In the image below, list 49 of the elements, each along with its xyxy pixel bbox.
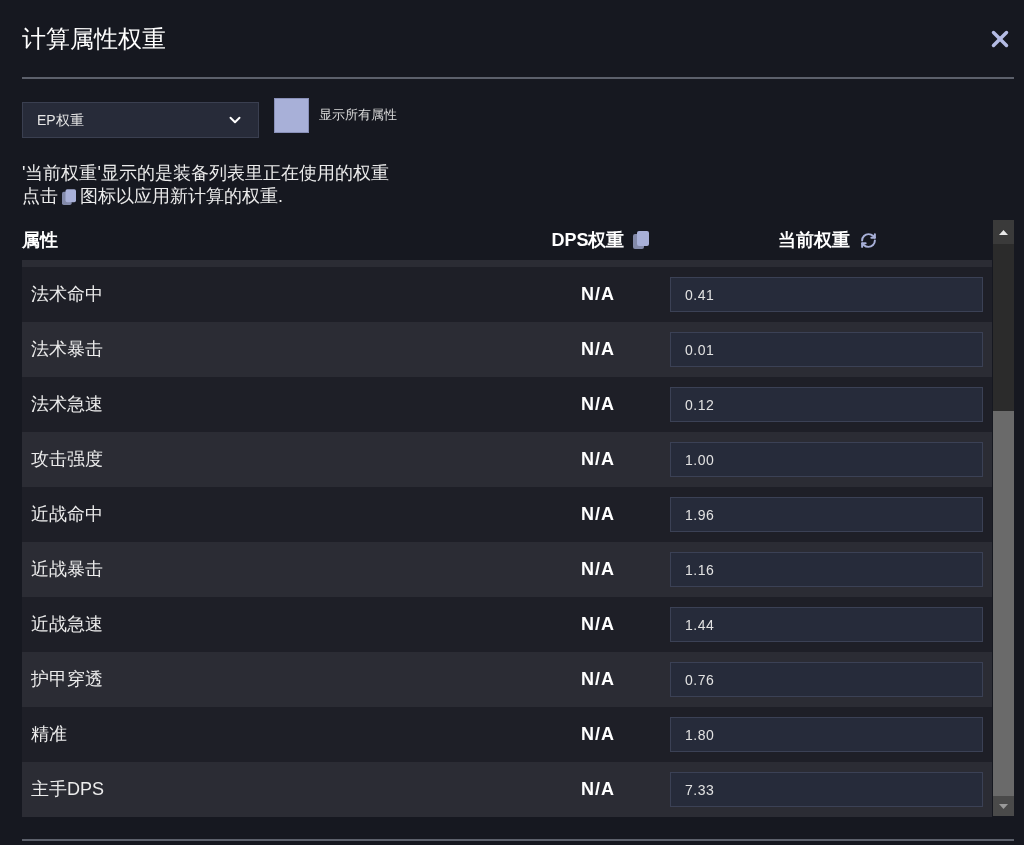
dps-weight-value: N/A <box>581 558 615 581</box>
dps-weight-value: N/A <box>581 668 615 691</box>
weight-input[interactable]: 0.12 <box>670 387 983 422</box>
stat-name: 精准 <box>31 723 67 746</box>
stat-name: 近战急速 <box>31 613 103 636</box>
weight-input[interactable]: 0.41 <box>670 277 983 312</box>
column-header: 当前权重 <box>777 228 850 252</box>
weight-input[interactable]: 0.76 <box>670 662 983 697</box>
stat-name: 主手DPS <box>31 778 104 801</box>
weight-input[interactable]: 1.44 <box>670 607 983 642</box>
checkbox-label: 显示所有属性 <box>319 106 397 125</box>
weight-input[interactable]: 1.16 <box>670 552 983 587</box>
up-triangle-icon <box>999 229 1008 235</box>
weight-input[interactable]: 1.80 <box>670 717 983 752</box>
weight-input[interactable]: 1.96 <box>670 497 983 532</box>
info-text: '当前权重'显示的是装备列表里正在使用的权重 <box>22 162 389 185</box>
scroll-up-button[interactable] <box>993 220 1014 244</box>
copy-icon <box>62 188 76 205</box>
copy-icon[interactable] <box>632 231 649 249</box>
dps-weight-value: N/A <box>581 393 615 416</box>
stat-name: 护甲穿透 <box>31 668 103 691</box>
show-all-checkbox[interactable] <box>274 98 309 133</box>
stat-name: 攻击强度 <box>31 448 103 471</box>
dps-weight-value: N/A <box>581 338 615 361</box>
refresh-icon[interactable] <box>859 231 877 249</box>
stat-name: 法术暴击 <box>31 338 103 361</box>
weight-input[interactable]: 0.01 <box>670 332 983 367</box>
stat-name: 法术命中 <box>31 283 103 306</box>
stat-name: 近战命中 <box>31 503 103 526</box>
scrollbar[interactable] <box>993 220 1014 816</box>
dps-weight-value: N/A <box>581 503 615 526</box>
weight-select[interactable]: EP权重 <box>22 102 259 138</box>
dps-weight-value: N/A <box>581 448 615 471</box>
dps-weight-value: N/A <box>581 283 615 306</box>
dialog-title: 计算属性权重 <box>22 23 166 54</box>
scroll-down-button[interactable] <box>993 796 1014 816</box>
weight-input[interactable]: 1.00 <box>670 442 983 477</box>
dps-weight-value: N/A <box>581 723 615 746</box>
info-text: 点击 <box>22 185 58 208</box>
column-header: DPS权重 <box>551 228 625 252</box>
dps-weight-value: N/A <box>581 613 615 636</box>
down-triangle-icon <box>999 803 1008 809</box>
stat-name: 法术急速 <box>31 393 103 416</box>
scroll-thumb[interactable] <box>993 411 1014 796</box>
stat-name: 近战暴击 <box>31 558 103 581</box>
info-text: 图标以应用新计算的权重. <box>80 185 283 208</box>
weight-input[interactable]: 7.33 <box>670 772 983 807</box>
column-header: 属性 <box>22 228 58 252</box>
dps-weight-value: N/A <box>581 778 615 801</box>
